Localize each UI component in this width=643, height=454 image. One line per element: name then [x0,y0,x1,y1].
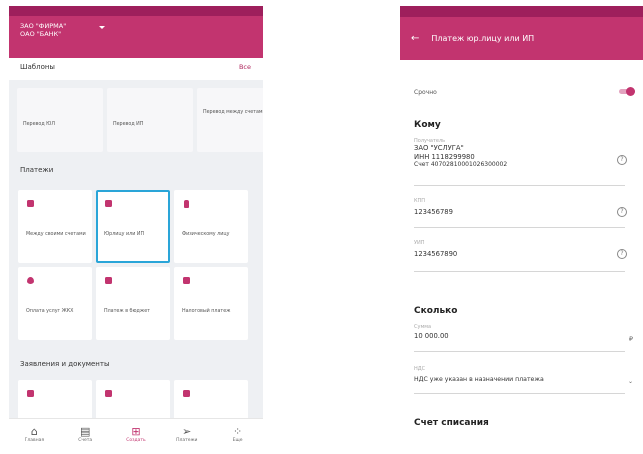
payments-title: Платежи [20,166,54,174]
tile-label: Физическому лицу [182,232,230,237]
drop-icon [27,277,34,284]
app-bar: ← Платеж юр.лицу или ИП [400,17,643,60]
document-icon: ▤ [79,425,91,438]
chevron-down-icon: ⌄ [627,378,633,385]
help-icon[interactable]: ? [617,249,627,259]
status-bar [400,6,643,17]
chevron-down-icon [99,26,105,29]
payment-tile-tax[interactable]: Налоговый платеж [174,267,248,340]
debit-section-title: Счет списания [414,418,489,428]
more-icon: ⁘ [232,425,243,438]
urgent-toggle[interactable] [613,87,635,96]
tile-label: Юрлицу или ИП [104,232,145,237]
tile-label: Оплата услуг ЖКХ [26,309,74,314]
templates-header: Шаблоны Все [9,58,263,71]
help-icon[interactable]: ? [617,207,627,217]
company-name: ЗАО "ФИРМА" [20,22,67,30]
recipient-account: Счет 40702810001026300002 [414,161,508,168]
templates-carousel[interactable]: Перевод ЮЛ Перевод ИП Перевод между счет… [9,80,263,152]
tab-label: Счета [78,438,93,443]
folder-icon [27,390,34,397]
urgent-row: Срочно [400,80,643,104]
uip-label: УИП [414,240,425,246]
uip-value: 1234567890 [414,250,458,258]
amount-section-title: Сколько [414,306,458,316]
person-icon [184,200,189,208]
bank-name: ОАО "БАНК" [20,30,62,38]
payment-tile-own-accounts[interactable]: Между своими счетами [18,190,92,263]
tile-label: Платеж в бюджет [104,309,150,314]
building-icon [105,200,112,207]
main-screen: ЗАО "ФИРМА" ОАО "БАНК" Шаблоны Все Перев… [9,6,263,454]
to-section-title: Кому [414,120,441,130]
tab-label: Еще [232,438,243,443]
tab-accounts[interactable]: ▤ Счета [63,425,108,454]
plus-square-icon: ⊞ [131,425,141,438]
templates-title: Шаблоны [20,63,55,71]
folder-icon [105,390,112,397]
back-arrow-icon[interactable]: ← [411,33,419,44]
status-bar [9,6,263,16]
tile-label: Между своими счетами [26,232,86,237]
uip-field[interactable]: УИП 1234567890 ? [414,238,627,272]
amount-field[interactable]: Сумма 10 000.00 ₽ [414,324,633,352]
payments-grid: Между своими счетами Юрлицу или ИП Физич… [9,190,263,340]
template-card[interactable]: Перевод ЮЛ [17,88,103,152]
home-icon: ⌂ [30,425,38,438]
vat-value: НДС уже указан в назначении платежа [414,376,544,383]
kpp-value: 123456789 [414,208,453,216]
tile-label: Налоговый платеж [182,309,231,314]
documents-title: Заявления и документы [20,360,110,368]
send-icon: ➢ [182,425,192,438]
tab-home[interactable]: ⌂ Главная [12,425,57,454]
tab-label: Создать [126,438,146,443]
recipient-field[interactable]: Получатель ЗАО "УСЛУГА" ИНН 1118299980 С… [414,138,627,186]
templates-all-link[interactable]: Все [239,63,251,71]
help-icon[interactable]: ? [617,155,627,165]
recipient-name: ЗАО "УСЛУГА" [414,144,464,152]
tab-create[interactable]: ⊞ Создать [113,425,158,454]
tab-label: Главная [24,438,45,443]
amount-label: Сумма [414,324,432,330]
template-card[interactable]: Перевод ИП [107,88,193,152]
institution-icon [183,277,190,284]
tab-more[interactable]: ⁘ Еще [215,425,260,454]
payment-tile-utilities[interactable]: Оплата услуг ЖКХ [18,267,92,340]
template-card[interactable]: Перевод между счетами [197,88,263,152]
bag-icon [105,277,112,284]
urgent-label: Срочно [414,88,437,96]
tab-label: Платежи [176,438,198,443]
tab-payments[interactable]: ➢ Платежи [164,425,209,454]
account-switcher[interactable]: ЗАО "ФИРМА" ОАО "БАНК" [9,16,263,58]
recipient-inn: ИНН 1118299980 [414,152,475,161]
wallet-icon [27,200,34,207]
kpp-label: КПП [414,198,426,204]
amount-value: 10 000.00 [414,332,449,340]
kpp-field[interactable]: КПП 123456789 ? [414,196,627,228]
payment-form-screen: ← Платеж юр.лицу или ИП Срочно Кому Полу… [400,6,643,454]
folder-icon [183,390,190,397]
vat-label: НДС [414,366,426,372]
bottom-tab-bar: ⌂ Главная ▤ Счета ⊞ Создать ➢ Платежи ⁘ … [9,418,263,454]
payment-tile-legal-entity[interactable]: Юрлицу или ИП [96,190,170,263]
vat-field[interactable]: НДС НДС уже указан в назначении платежа … [414,366,633,394]
currency-symbol: ₽ [628,335,633,343]
payment-tile-individual[interactable]: Физическому лицу [174,190,248,263]
page-title: Платеж юр.лицу или ИП [431,34,535,43]
payment-tile-budget[interactable]: Платеж в бюджет [96,267,170,340]
